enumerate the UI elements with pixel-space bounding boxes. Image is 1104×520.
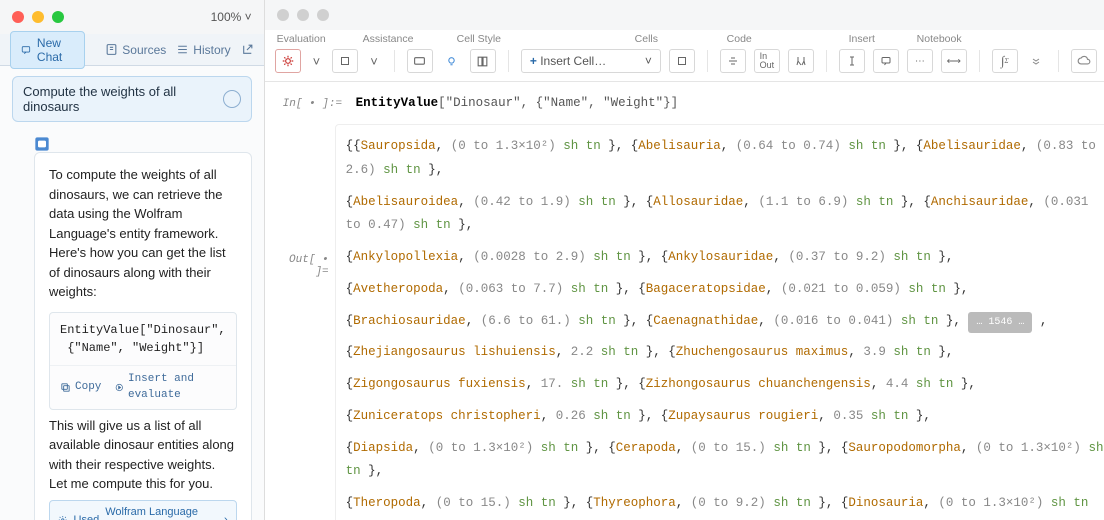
minimize-dot[interactable] (32, 11, 44, 23)
assistant-message: To compute the weights of all dinosaurs,… (34, 152, 252, 520)
external-icon (241, 43, 254, 56)
match-button[interactable]: ⟷ (941, 49, 967, 73)
insert-more-button[interactable] (1026, 49, 1046, 73)
book-icon (476, 55, 489, 68)
assistant-intro-text: To compute the weights of all dinosaurs,… (49, 165, 237, 302)
zoom-label[interactable]: 100% ˅ (211, 10, 252, 24)
comment-button[interactable] (873, 49, 899, 73)
divide-icon (727, 55, 739, 67)
stop-icon (339, 55, 351, 67)
assistant-icon (34, 136, 252, 152)
evaluate-button[interactable] (275, 49, 301, 73)
tool-chip[interactable]: Used Wolfram Language Evaluator › (49, 500, 237, 520)
code-block: EntityValue["Dinosaur", {"Name", "Weight… (49, 312, 237, 410)
user-message: Compute the weights of all dinosaurs (12, 76, 252, 122)
output-cell: Out[ • ]= {{Sauropsida, (0 to 1.3×10²) s… (283, 124, 1104, 520)
output-box: {{Sauropsida, (0 to 1.3×10²) sh tn }, {A… (335, 124, 1104, 520)
insert-cell-dropdown[interactable]: + Insert Cell… ˅ (521, 49, 661, 73)
assistant-mid-text: This will give us a list of all availabl… (49, 416, 237, 494)
in-out-button[interactable]: InOut (754, 49, 780, 73)
ribbon: ˅ ˅ + Insert Cell… ˅ InOut ⋯ ⟷ (265, 45, 1104, 82)
chat-toggle-button[interactable] (407, 49, 433, 73)
new-chat-button[interactable]: New Chat (10, 31, 85, 69)
in-label: In[ • ]:= (283, 98, 342, 110)
play-icon (115, 382, 124, 393)
chat-icon (413, 55, 426, 68)
chat-body: Compute the weights of all dinosaurs To … (0, 66, 264, 520)
output-row: {Ankylopollexia, (0.0028 to 2.9) sh tn }… (346, 242, 1104, 274)
output-row: {Zigongosaurus fuxiensis, 17. sh tn }, {… (346, 369, 1104, 401)
user-avatar-icon (223, 90, 241, 108)
output-row: {Abelisauroidea, (0.42 to 1.9) sh tn }, … (346, 187, 1104, 243)
more-badge[interactable]: … 1546 … (968, 312, 1032, 333)
gear-icon (58, 514, 68, 520)
output-row: {Brachiosauridae, (6.6 to 61.) sh tn }, … (346, 306, 1104, 338)
abort-button[interactable] (332, 49, 358, 73)
close-dot[interactable] (277, 9, 289, 21)
sweep-icon (795, 55, 807, 67)
gear-red-icon (281, 54, 295, 68)
cell-bracket-button[interactable] (669, 49, 695, 73)
input-cell[interactable]: In[ • ]:= EntityValue["Dinosaur", {"Name… (283, 96, 1104, 110)
clear-out-button[interactable] (788, 49, 814, 73)
left-titlebar: 100% ˅ (0, 0, 264, 34)
window-controls-right (277, 9, 329, 21)
docs-button[interactable] (470, 49, 496, 73)
iconize-button[interactable]: ⋯ (907, 49, 933, 73)
notebook-body: In[ • ]:= EntityValue["Dinosaur", {"Name… (265, 82, 1104, 520)
eval-dropdown[interactable]: ˅ (309, 49, 325, 73)
zoom-dot[interactable] (317, 9, 329, 21)
minimize-dot[interactable] (297, 9, 309, 21)
copy-icon (60, 382, 71, 393)
bracket-icon (676, 55, 688, 67)
chevron-right-icon: › (224, 512, 228, 520)
abort-dropdown[interactable]: ˅ (366, 49, 382, 73)
bubble-icon (880, 55, 892, 67)
divide-cell-button[interactable] (720, 49, 746, 73)
popout-button[interactable] (241, 43, 254, 56)
right-titlebar (265, 0, 1104, 30)
out-label: Out[ • ]= (283, 124, 329, 520)
output-row: {Diapsida, (0 to 1.3×10²) sh tn }, {Cera… (346, 433, 1104, 489)
insert-evaluate-button[interactable]: Insert and evaluate (115, 371, 225, 404)
chat-pane: 100% ˅ New Chat Sources History Compute … (0, 0, 265, 520)
zoom-dot[interactable] (52, 11, 64, 23)
bulb-button[interactable] (441, 49, 462, 73)
ribbon-labels: Evaluation Assistance Cell Style Cells C… (265, 30, 1104, 45)
output-row: {Zhejiangosaurus lishuiensis, 2.2 sh tn … (346, 337, 1104, 369)
cloud-icon (1077, 54, 1091, 68)
output-row: {Avetheropoda, (0.063 to 7.7) sh tn }, {… (346, 274, 1104, 306)
close-dot[interactable] (12, 11, 24, 23)
chat-toolbar: New Chat Sources History (0, 34, 264, 66)
notebook-pane: Evaluation Assistance Cell Style Cells C… (265, 0, 1104, 520)
code-content: EntityValue["Dinosaur", {"Name", "Weight… (50, 313, 236, 365)
integral-button[interactable]: ∫Σ (992, 49, 1018, 73)
sources-icon (105, 43, 118, 56)
cursor-icon (846, 55, 858, 67)
chat-icon (21, 43, 31, 57)
cursor-button[interactable] (839, 49, 865, 73)
list-icon (176, 43, 189, 56)
history-button[interactable]: History (176, 43, 230, 57)
sources-button[interactable]: Sources (105, 43, 166, 57)
output-row: {Zuniceratops christopheri, 0.26 sh tn }… (346, 401, 1104, 433)
output-row: {Theropoda, (0 to 15.) sh tn }, {Thyreop… (346, 488, 1104, 520)
chevrons-down-icon (1030, 55, 1042, 67)
output-row: {{Sauropsida, (0 to 1.3×10²) sh tn }, {A… (346, 131, 1104, 187)
window-controls (12, 11, 64, 23)
copy-button[interactable]: Copy (60, 371, 101, 404)
bulb-icon (445, 55, 458, 68)
chevron-down-icon: ˅ (645, 54, 652, 68)
cloud-button[interactable] (1071, 49, 1097, 73)
